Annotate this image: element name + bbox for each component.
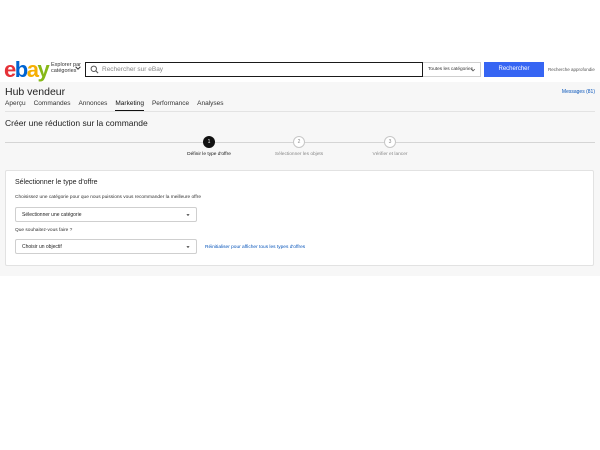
messages-link[interactable]: Messages (81) [562, 89, 595, 95]
step-1-circle: 1 [203, 136, 215, 148]
global-header: ebay Explorer par catégories Rechercher … [0, 58, 600, 82]
card-description: Choisissez une catégorie pour que nous p… [15, 195, 202, 200]
caret-down-icon [186, 214, 190, 216]
search-icon [90, 65, 99, 74]
advanced-search-link[interactable]: Recherche approfondie [548, 67, 595, 72]
logo-letter-b: b [14, 57, 28, 82]
reset-offer-types-link[interactable]: Réinitialiser pour afficher tous les typ… [205, 245, 305, 250]
tab-marketing[interactable]: Marketing [115, 100, 144, 111]
step-2-label: Sélectionner les objets [274, 152, 324, 157]
tab-annonces[interactable]: Annonces [78, 100, 107, 111]
tabs-divider [5, 111, 595, 112]
step-3-label: Vérifier et lancer [372, 152, 408, 157]
step-2-circle: 2 [293, 136, 305, 148]
tab-apercu[interactable]: Aperçu [5, 100, 26, 111]
chevron-down-icon [75, 66, 81, 70]
tab-analyses[interactable]: Analyses [197, 100, 223, 111]
goal-label: Que souhaitez-vous faire ? [15, 228, 73, 233]
step-1-label: Définir le type d'offre [187, 152, 231, 157]
card-title: Sélectionner le type d'offre [15, 179, 98, 186]
goal-dropdown[interactable]: Choisir un objectif [15, 239, 197, 254]
category-dropdown[interactable]: Sélectionner une catégorie [15, 207, 197, 222]
seller-hub-tabs: Aperçu Commandes Annonces Marketing Perf… [5, 100, 232, 111]
search-button[interactable]: Rechercher [484, 62, 544, 77]
category-select-label: Toutes les catégories [428, 67, 474, 72]
tab-commandes[interactable]: Commandes [34, 100, 71, 111]
ebay-logo[interactable]: ebay [4, 57, 50, 82]
page-title: Hub vendeur [5, 86, 66, 98]
chevron-down-icon [470, 68, 476, 72]
category-dropdown-value: Sélectionner une catégorie [22, 212, 82, 218]
logo-letter-e: e [4, 57, 16, 82]
step-3-circle: 3 [384, 136, 396, 148]
tab-performance[interactable]: Performance [152, 100, 189, 111]
goal-dropdown-value: Choisir un objectif [22, 244, 62, 250]
seller-hub-area: Hub vendeur Messages (81) Aperçu Command… [0, 82, 600, 276]
search-placeholder: Rechercher sur eBay [102, 65, 164, 73]
category-select[interactable]: Toutes les catégories [423, 62, 481, 77]
search-input[interactable]: Rechercher sur eBay [85, 62, 423, 77]
page-heading: Créer une réduction sur la commande [5, 118, 148, 128]
logo-letter-y: y [37, 57, 49, 82]
caret-down-icon [186, 246, 190, 248]
offer-type-card: Sélectionner le type d'offre Choisissez … [5, 170, 594, 266]
logo-letter-a: a [26, 57, 39, 82]
